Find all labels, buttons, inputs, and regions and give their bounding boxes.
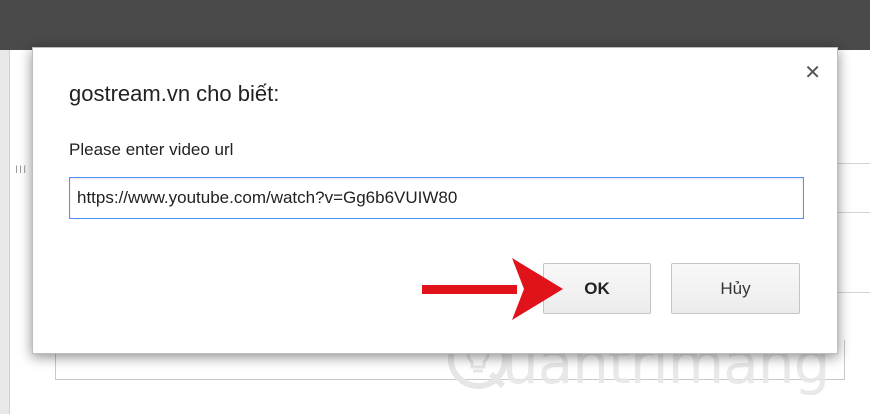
cancel-button[interactable]: Hủy — [671, 263, 800, 314]
background-divider — [835, 163, 870, 164]
red-arrow-icon — [422, 258, 563, 320]
dialog-message: Please enter video url — [69, 140, 234, 159]
dialog-title: gostream.vn cho biết: — [69, 81, 280, 106]
video-url-input[interactable] — [69, 177, 804, 219]
background-drag-handle: III — [15, 164, 28, 176]
background-sidebar-edge — [0, 50, 10, 414]
background-header-bar — [0, 0, 870, 50]
background-divider — [835, 292, 870, 293]
close-icon[interactable]: ✕ — [804, 60, 821, 85]
background-divider — [835, 212, 870, 213]
